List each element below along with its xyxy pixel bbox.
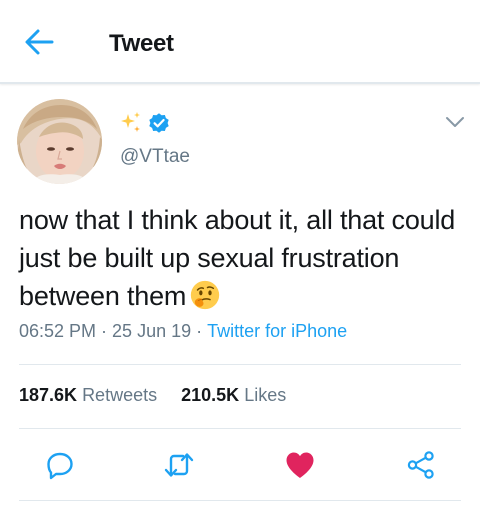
likes-stat[interactable]: 210.5K Likes — [181, 385, 286, 406]
reply-button[interactable] — [43, 448, 77, 482]
thinking-face-icon — [191, 280, 220, 310]
like-button[interactable] — [283, 448, 317, 482]
retweets-stat[interactable]: 187.6K Retweets — [19, 385, 157, 406]
top-bar: Tweet — [0, 0, 480, 84]
tweet-text: now that I think about it, all that coul… — [19, 201, 464, 315]
action-bar — [0, 448, 480, 482]
user-handle[interactable]: @VTtae — [120, 146, 190, 168]
arrow-left-icon — [25, 29, 54, 55]
likes-count: 210.5K — [181, 385, 240, 405]
retweets-count: 187.6K — [19, 385, 78, 405]
page-title: Tweet — [109, 30, 174, 57]
more-options-button[interactable] — [444, 113, 466, 131]
chevron-down-icon — [446, 117, 464, 127]
sparkles-icon — [121, 112, 140, 132]
retweets-label: Retweets — [82, 385, 158, 405]
like-icon — [286, 452, 314, 478]
verified-badge-icon — [149, 113, 169, 133]
back-button[interactable] — [22, 26, 58, 58]
retweet-button[interactable] — [162, 448, 196, 482]
reply-icon — [47, 452, 73, 480]
divider — [19, 428, 461, 429]
engagement-stats: 187.6K Retweets 210.5K Likes — [19, 385, 286, 406]
meta-separator: · — [101, 321, 108, 341]
retweet-icon — [164, 453, 194, 477]
tweet-meta: 06:52 PM · 25 Jun 19 · Twitter for iPhone — [19, 321, 347, 342]
display-name[interactable] — [119, 110, 171, 136]
avatar[interactable] — [17, 99, 102, 184]
likes-label: Likes — [244, 385, 287, 405]
share-button[interactable] — [404, 448, 438, 482]
tweet-body: now that I think about it, all that coul… — [19, 205, 456, 311]
share-icon — [407, 451, 434, 479]
tweet-source-link[interactable]: Twitter for iPhone — [207, 321, 347, 341]
tweet-time: 06:52 PM — [19, 321, 97, 341]
divider — [19, 500, 461, 501]
tweet-date: 25 Jun 19 — [112, 321, 192, 341]
meta-separator: · — [196, 321, 203, 341]
divider — [19, 364, 461, 365]
